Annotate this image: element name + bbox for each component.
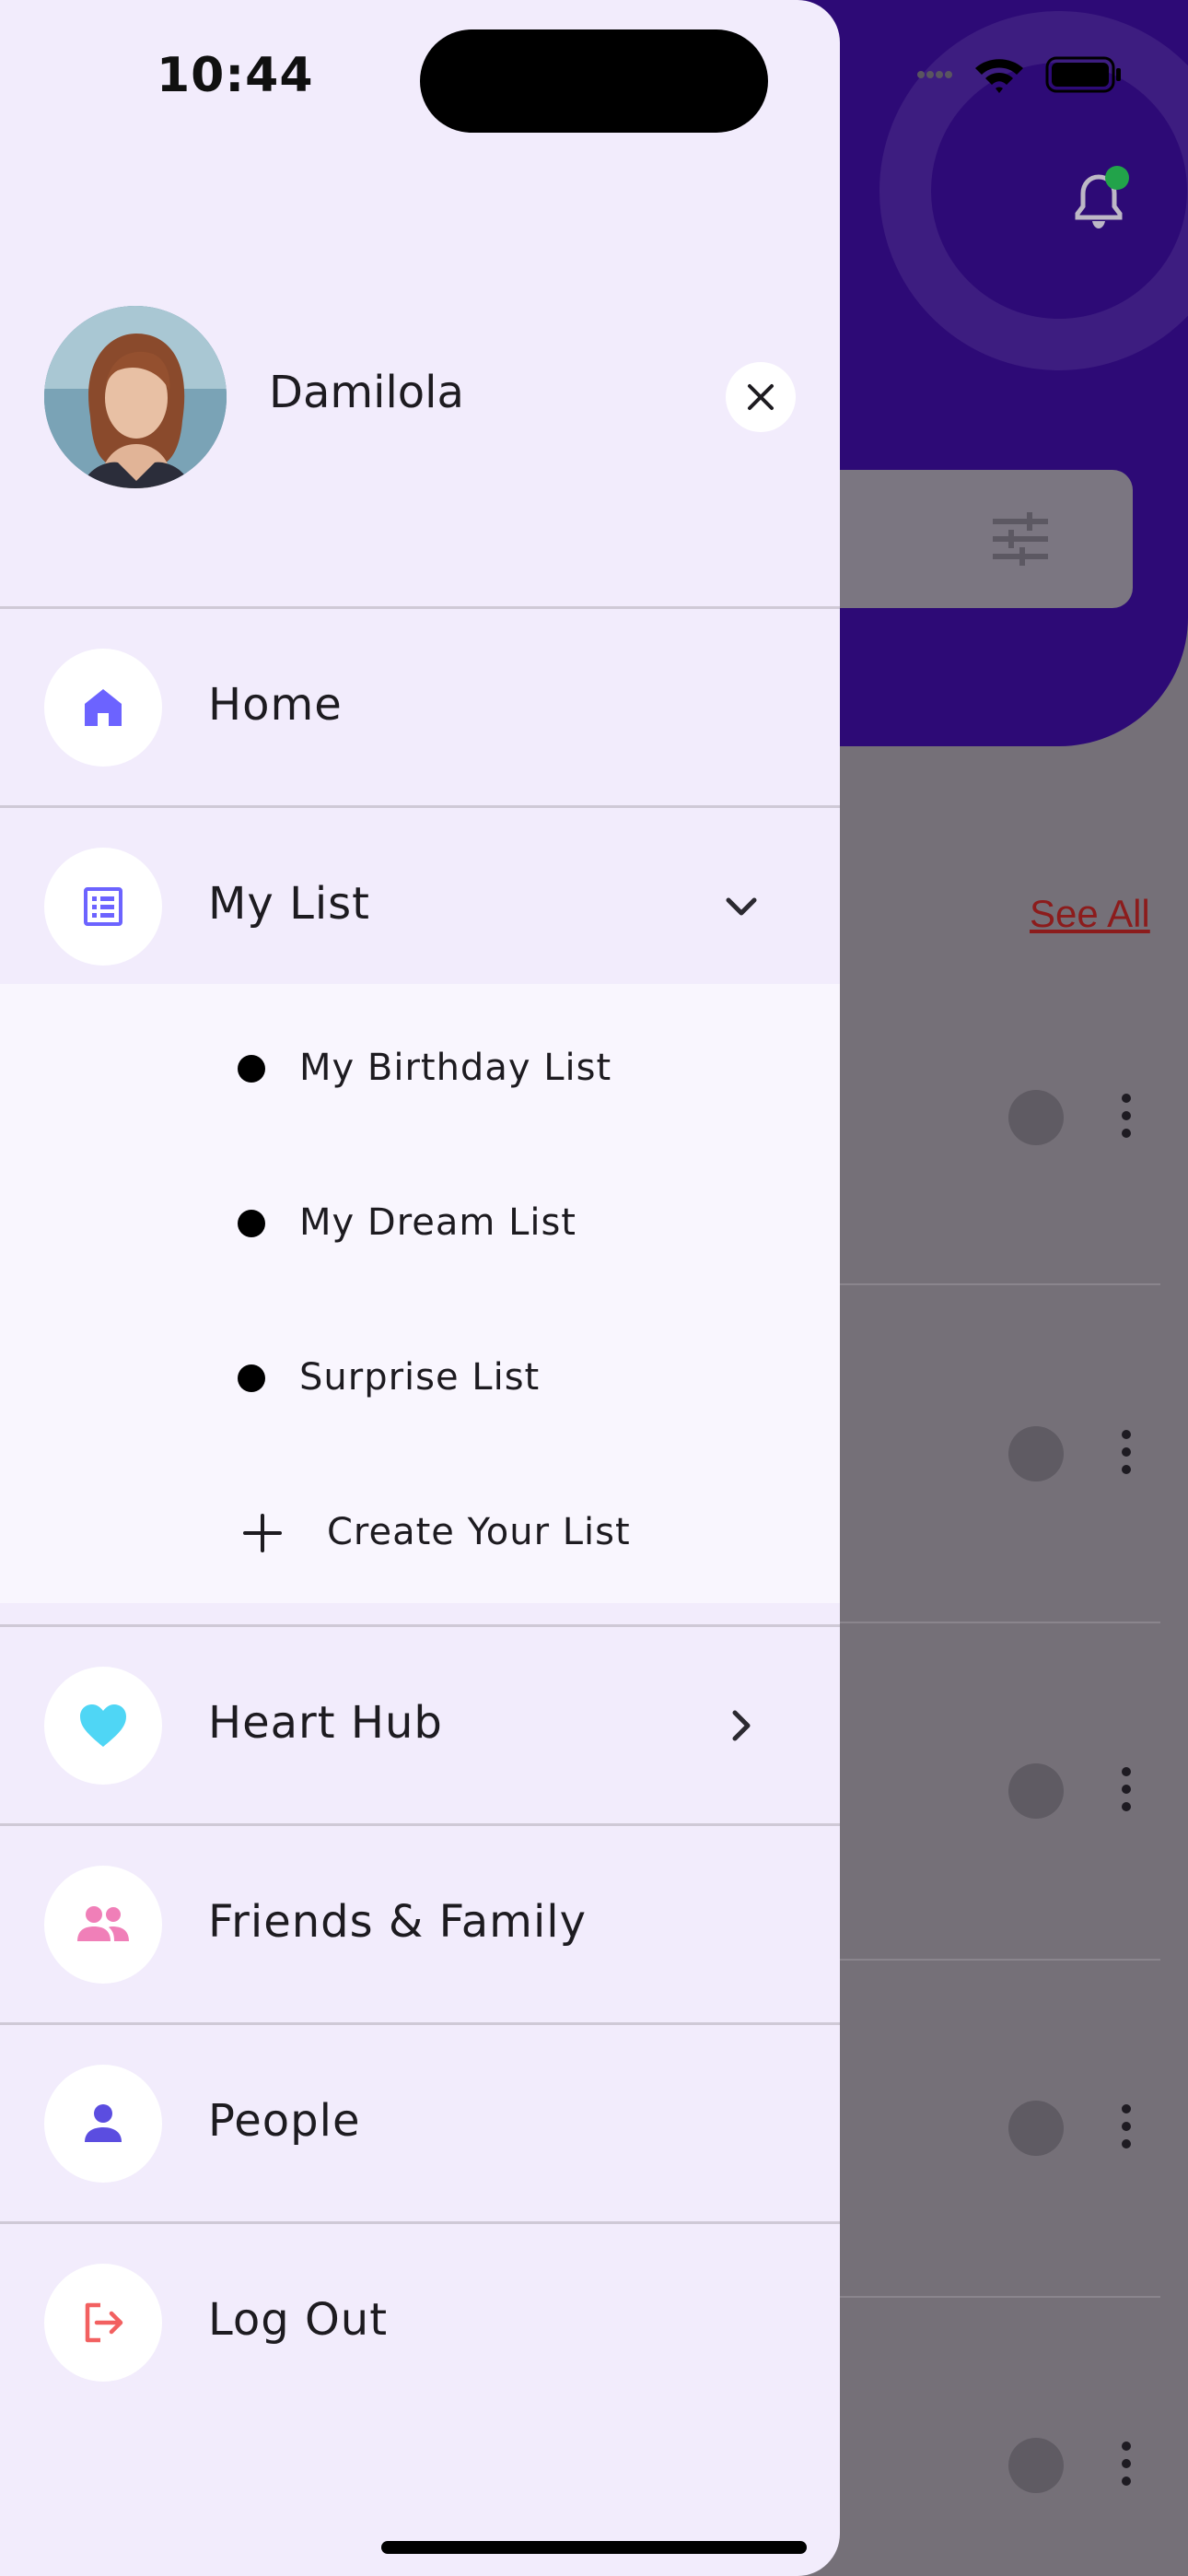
more-options-icon[interactable] <box>1118 1767 1135 1815</box>
wifi-icon <box>975 59 1023 93</box>
create-list-label: Create Your List <box>327 1511 631 1553</box>
nav-label-heart-hub: Heart Hub <box>208 1697 443 1749</box>
nav-label-my-list: My List <box>208 878 370 930</box>
nav-label-home: Home <box>208 679 343 731</box>
bullet-icon <box>238 1055 265 1083</box>
home-icon <box>85 689 122 726</box>
heart-icon-container <box>44 1667 162 1785</box>
list-avatar <box>1008 1090 1064 1145</box>
group-icon-container <box>44 1866 162 1984</box>
status-icons <box>916 55 1123 94</box>
row-divider <box>840 2296 1160 2298</box>
nav-item-my-list[interactable]: My List <box>0 808 840 1005</box>
logout-icon-container <box>44 2264 162 2382</box>
nav-item-friends-family[interactable]: Friends & Family <box>0 1826 840 2023</box>
list-icon-container <box>44 848 162 966</box>
battery-icon <box>1045 56 1121 93</box>
nav-label-people: People <box>208 2095 361 2147</box>
notification-badge <box>1105 166 1129 190</box>
more-options-icon[interactable] <box>1118 2441 1135 2489</box>
list-avatar <box>1008 1426 1064 1481</box>
row-divider <box>840 1959 1160 1961</box>
logout-icon <box>85 2302 123 2343</box>
list-avatar <box>1008 1763 1064 1819</box>
sublist-item-label: My Birthday List <box>299 1047 612 1089</box>
nav-label-friends-family: Friends & Family <box>208 1896 588 1948</box>
sublist-item[interactable]: Surprise List <box>0 1305 840 1452</box>
heart-icon <box>80 1704 126 1747</box>
list-avatar <box>1008 2101 1064 2156</box>
more-options-icon[interactable] <box>1118 1094 1135 1142</box>
sublist-item-label: Surprise List <box>299 1356 541 1399</box>
group-icon <box>77 1906 129 1941</box>
nav-item-home[interactable]: Home <box>0 609 840 806</box>
home-indicator <box>381 2541 807 2554</box>
person-icon <box>85 2104 122 2142</box>
list-icon <box>84 887 122 926</box>
create-list-button[interactable]: Create Your List <box>0 1459 840 1607</box>
more-options-icon[interactable] <box>1118 2104 1135 2152</box>
sublist-item-label: My Dream List <box>299 1201 577 1244</box>
nav-label-logout: Log Out <box>208 2294 389 2346</box>
nav-item-logout[interactable]: Log Out <box>0 2224 840 2421</box>
user-name: Damilola <box>269 367 464 418</box>
plus-icon <box>243 1514 282 1552</box>
signal-icon <box>917 71 952 78</box>
row-divider <box>840 1622 1160 1623</box>
chevron-down-icon[interactable] <box>718 884 764 930</box>
status-time: 10:44 <box>157 48 314 103</box>
bullet-icon <box>238 1210 265 1237</box>
bullet-icon <box>238 1364 265 1392</box>
navigation-drawer: Damilola Home My List My Birthday List M… <box>0 0 840 2576</box>
profile-header <box>44 306 227 488</box>
list-avatar <box>1008 2438 1064 2493</box>
close-drawer-button[interactable] <box>726 362 796 432</box>
my-list-submenu: My Birthday List My Dream List Surprise … <box>0 984 840 1603</box>
background-search-bar[interactable] <box>810 470 1133 608</box>
sublist-item[interactable]: My Dream List <box>0 1150 840 1297</box>
avatar[interactable] <box>44 306 227 488</box>
chevron-right-icon[interactable] <box>718 1703 764 1749</box>
sublist-item[interactable]: My Birthday List <box>0 995 840 1142</box>
person-icon-container <box>44 2065 162 2183</box>
see-all-link[interactable]: See All <box>1030 892 1150 936</box>
filter-icon[interactable] <box>993 512 1048 566</box>
row-divider <box>840 1283 1160 1285</box>
dynamic-island <box>420 29 768 133</box>
nav-item-heart-hub[interactable]: Heart Hub <box>0 1627 840 1824</box>
nav-item-people[interactable]: People <box>0 2025 840 2222</box>
close-icon <box>748 384 774 410</box>
home-icon-container <box>44 649 162 767</box>
more-options-icon[interactable] <box>1118 1430 1135 1478</box>
